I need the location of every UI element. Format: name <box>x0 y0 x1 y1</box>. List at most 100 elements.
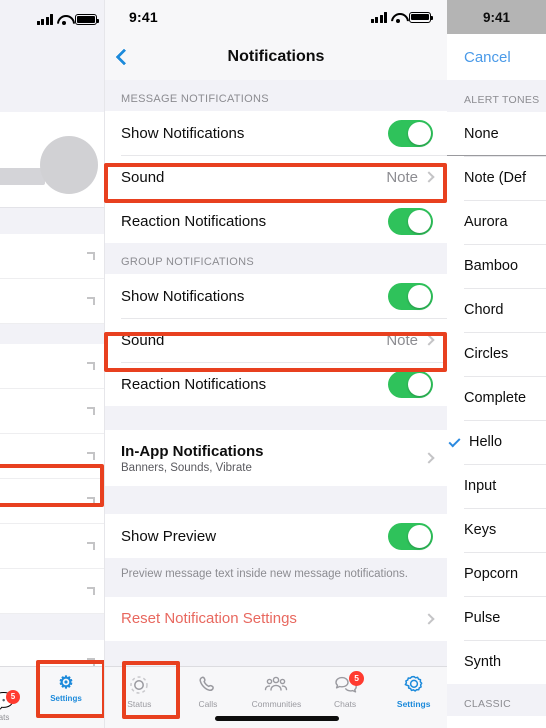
section-header-group-notifications: GROUP NOTIFICATIONS <box>105 243 447 274</box>
chat-bubbles-icon <box>311 674 380 698</box>
chevron-right-icon <box>423 452 435 464</box>
tab-settings[interactable]: Settings <box>379 674 447 709</box>
chevron-right-icon <box>423 612 435 625</box>
right-nav-bar: Cancel <box>447 34 546 80</box>
tab-communities[interactable]: Communities <box>242 674 311 709</box>
chevron-right-icon <box>87 497 95 505</box>
row-group-show-notifications[interactable]: Show Notifications <box>105 274 447 318</box>
middle-status-bar: 9:41 <box>105 0 447 34</box>
list-item-pulse[interactable]: Pulse <box>447 596 546 640</box>
row-value: Note <box>386 168 418 186</box>
right-panel-sound-picker: 9:41 Cancel ALERT TONES None Note (Def A… <box>447 0 546 728</box>
settings-scroll-area[interactable]: MESSAGE NOTIFICATIONS Show Notifications… <box>105 80 447 728</box>
signal-bars-icon <box>36 14 53 25</box>
left-list-item[interactable] <box>0 569 104 614</box>
left-list-item[interactable] <box>0 279 104 324</box>
right-status-bar: 9:41 <box>447 0 546 34</box>
list-item-note-default[interactable]: Note (Def <box>447 156 546 200</box>
tab-status-label: Status <box>127 699 152 709</box>
tab-status[interactable]: Status <box>105 674 174 709</box>
row-subtitle: Banners, Sounds, Vibrate <box>121 461 252 474</box>
toggle-group-reaction-notifications[interactable] <box>388 370 433 398</box>
tab-calls[interactable]: Calls <box>174 674 243 709</box>
tone-label: Aurora <box>464 214 508 230</box>
toggle-show-notifications[interactable] <box>388 119 433 147</box>
row-show-notifications[interactable]: Show Notifications <box>105 111 447 155</box>
list-item-synth[interactable]: Synth <box>447 640 546 684</box>
chevron-right-icon <box>87 297 95 305</box>
list-item-input[interactable]: Input <box>447 464 546 508</box>
row-label: Sound <box>121 331 165 349</box>
row-group-reaction-notifications[interactable]: Reaction Notifications <box>105 362 447 406</box>
tab-calls-label: Calls <box>198 699 218 709</box>
left-tab-chats-label: ats <box>0 713 10 722</box>
list-item-aurora[interactable]: Aurora <box>447 200 546 244</box>
home-indicator <box>214 716 339 721</box>
wifi-icon <box>57 14 71 25</box>
tone-label: Keys <box>464 522 497 538</box>
list-item-circles[interactable]: Circles <box>447 332 546 376</box>
list-item-hello[interactable]: Hello <box>447 420 546 464</box>
row-sound-group[interactable]: Sound Note <box>105 318 447 362</box>
section-spacer <box>105 486 447 514</box>
chevron-left-icon[interactable] <box>115 48 133 66</box>
left-list-item[interactable] <box>0 234 104 279</box>
cancel-button[interactable]: Cancel <box>464 49 511 66</box>
row-label: Show Notifications <box>121 287 245 305</box>
chats-badge: 5 <box>6 690 20 704</box>
row-in-app-notifications[interactable]: In-App Notifications Banners, Sounds, Vi… <box>105 430 447 486</box>
left-group-gap <box>0 614 104 640</box>
section-header-alert-tones: ALERT TONES <box>447 80 546 112</box>
avatar[interactable] <box>40 136 98 194</box>
footnote-show-preview: Preview message text inside new message … <box>105 558 447 597</box>
middle-status-icons <box>370 11 433 23</box>
list-item-bamboo[interactable]: Bamboo <box>447 244 546 288</box>
left-list-item[interactable] <box>0 434 104 479</box>
row-label: In-App Notifications <box>121 442 264 460</box>
left-list-item[interactable] <box>0 524 104 569</box>
tone-label: Input <box>464 478 497 494</box>
list-item-none[interactable]: None <box>447 112 546 156</box>
left-tab-chats[interactable]: 💬 ats 5 <box>0 690 26 722</box>
tab-chats-label: Chats <box>333 699 357 709</box>
battery-icon <box>75 14 99 25</box>
middle-nav-bar: Notifications <box>105 34 447 80</box>
chevron-right-icon <box>87 587 95 595</box>
section-show-preview: Show Preview <box>105 514 447 558</box>
row-label: Show Notifications <box>121 124 245 142</box>
left-list-item-notifications[interactable] <box>0 479 104 524</box>
list-item-chord[interactable]: Chord <box>447 288 546 332</box>
status-rings-icon <box>105 674 174 698</box>
left-list-item[interactable] <box>0 344 104 389</box>
toggle-reaction-notifications[interactable] <box>388 207 433 235</box>
tone-label: Synth <box>464 654 502 670</box>
left-tab-settings[interactable]: ⚙ Settings <box>40 673 92 703</box>
row-label: Reaction Notifications <box>121 212 267 230</box>
toggle-group-show-notifications[interactable] <box>388 282 433 310</box>
status-time: 9:41 <box>129 9 158 25</box>
left-list-item[interactable] <box>0 389 104 434</box>
tone-label: Note (Def <box>464 170 527 186</box>
wifi-icon <box>391 12 405 23</box>
left-group-gap <box>0 324 104 344</box>
row-label: Reset Notification Settings <box>121 610 297 628</box>
list-item-keys[interactable]: Keys <box>447 508 546 552</box>
row-reaction-notifications[interactable]: Reaction Notifications <box>105 199 447 243</box>
row-reset-notification-settings[interactable]: Reset Notification Settings <box>105 596 447 641</box>
list-item-complete[interactable]: Complete <box>447 376 546 420</box>
tone-label: Hello <box>469 434 503 450</box>
row-sound-message[interactable]: Sound Note <box>105 155 447 199</box>
list-item-bell[interactable]: Bell <box>447 716 546 728</box>
tone-label: Complete <box>464 390 527 406</box>
left-profile-row[interactable] <box>0 112 104 208</box>
row-label: Sound <box>121 168 165 186</box>
list-item-popcorn[interactable]: Popcorn <box>447 552 546 596</box>
row-stack: In-App Notifications Banners, Sounds, Vi… <box>121 443 425 474</box>
gear-icon: ⚙ <box>58 673 74 692</box>
toggle-show-preview[interactable] <box>388 522 433 550</box>
row-show-preview[interactable]: Show Preview <box>105 514 447 558</box>
chevron-right-icon <box>87 362 95 370</box>
phone-icon <box>174 674 243 698</box>
tab-settings-label: Settings <box>396 699 431 709</box>
tab-chats[interactable]: Chats 5 <box>311 671 380 709</box>
